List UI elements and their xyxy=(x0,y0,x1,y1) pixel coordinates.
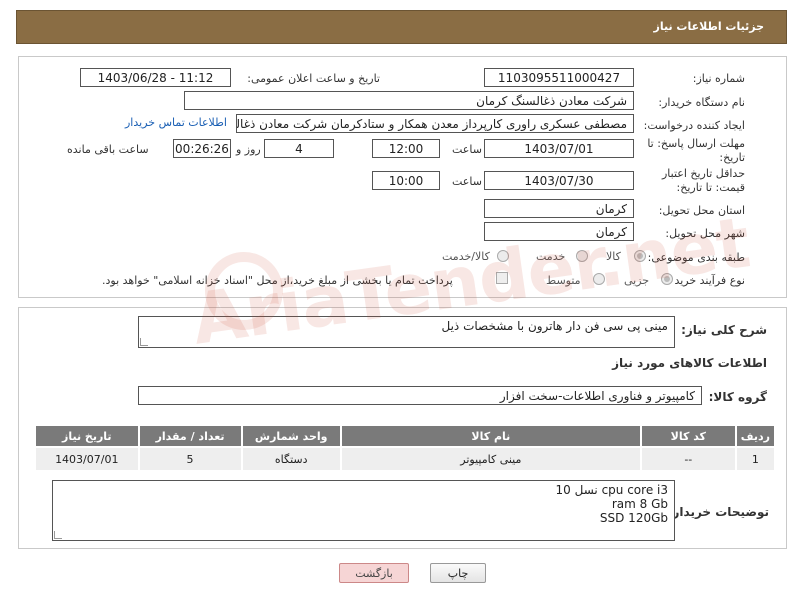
remaining-time-label: ساعت باقی مانده xyxy=(67,143,149,156)
col-header-row-number: ردیف xyxy=(734,424,777,448)
validity-time-field: 10:00 xyxy=(372,171,440,190)
col-header-name: نام کالا xyxy=(339,424,642,448)
cell-unit: دستگاه xyxy=(240,446,342,472)
cell-name: مینی کامپیوتر xyxy=(339,446,642,472)
price-validity-label: حداقل تاریخ اعتبار قیمت: تا تاریخ: xyxy=(661,167,745,194)
table-row: 1 -- مینی کامپیوتر دستگاه 5 1403/07/01 xyxy=(34,446,777,472)
cell-date: 1403/07/01 xyxy=(34,446,140,472)
items-table: ردیف کد کالا نام کالا واحد شمارش تعداد /… xyxy=(34,424,777,472)
buyer-notes-field: cpu core i3 نسل 10 ram 8 Gb SSD 120Gb xyxy=(52,480,675,541)
col-header-unit: واحد شمارش xyxy=(240,424,342,448)
announce-date-field: 1403/06/28 - 11:12 xyxy=(80,68,231,87)
buyer-notes-line: SSD 120Gb xyxy=(599,511,668,525)
days-field: 4 xyxy=(264,139,334,158)
items-table-wrap: ردیف کد کالا نام کالا واحد شمارش تعداد /… xyxy=(34,424,777,472)
requester-label: ایجاد کننده درخواست: xyxy=(643,119,745,132)
back-button[interactable]: بازگشت xyxy=(339,563,409,583)
buyer-notes-line: cpu core i3 نسل 10 xyxy=(555,483,668,497)
validity-date-field: 1403/07/30 xyxy=(484,171,634,190)
col-header-code: کد کالا xyxy=(639,424,737,448)
goods-info-title: اطلاعات کالاهای مورد نیاز xyxy=(612,356,767,370)
print-button[interactable]: چاپ xyxy=(430,563,486,583)
buyer-org-field: شرکت معادن ذغالسنگ کرمان xyxy=(184,91,634,110)
reply-deadline-label: مهلت ارسال پاسخ: تا تاریخ: xyxy=(647,137,745,164)
buyer-notes-line: ram 8 Gb xyxy=(611,497,668,511)
announce-date-label: تاریخ و ساعت اعلان عمومی: xyxy=(247,72,380,85)
cell-code: -- xyxy=(639,446,737,472)
need-number-field: 1103095511000427 xyxy=(484,68,634,87)
cell-quantity: 5 xyxy=(137,446,243,472)
page-header: جزئیات اطلاعات نیاز xyxy=(16,10,787,44)
validity-time-label: ساعت xyxy=(452,175,482,188)
description-label: شرح کلی نیاز: xyxy=(681,323,767,337)
days-label: روز و xyxy=(236,143,261,156)
buyer-notes-label: توضیحات خریدار: xyxy=(667,505,769,519)
description-resize-handle[interactable] xyxy=(140,338,148,346)
goods-group-label: گروه کالا: xyxy=(708,390,767,404)
cell-row-number: 1 xyxy=(734,446,777,472)
reply-time-field: 12:00 xyxy=(372,139,440,158)
table-header-row: ردیف کد کالا نام کالا واحد شمارش تعداد /… xyxy=(34,424,777,448)
col-header-date: تاریخ نیاز xyxy=(34,424,140,448)
province-field: کرمان xyxy=(484,199,634,218)
requester-field: مصطفی عسکری راوری کارپرداز معدن همکار و … xyxy=(236,114,634,133)
need-number-label: شماره نیاز: xyxy=(692,72,745,85)
reply-date-field: 1403/07/01 xyxy=(484,139,634,158)
reply-time-label: ساعت xyxy=(452,143,482,156)
page-title: جزئیات اطلاعات نیاز xyxy=(653,20,765,33)
goods-group-field: کامپیوتر و فناوری اطلاعات-سخت افزار xyxy=(138,386,702,405)
remaining-time-field: 00:26:26 xyxy=(173,139,231,158)
buyer-org-label: نام دستگاه خریدار: xyxy=(658,96,745,109)
col-header-quantity: تعداد / مقدار xyxy=(137,424,243,448)
buyer-notes-resize-handle[interactable] xyxy=(54,531,62,539)
contact-buyer-link[interactable]: اطلاعات تماس خریدار xyxy=(125,116,227,129)
